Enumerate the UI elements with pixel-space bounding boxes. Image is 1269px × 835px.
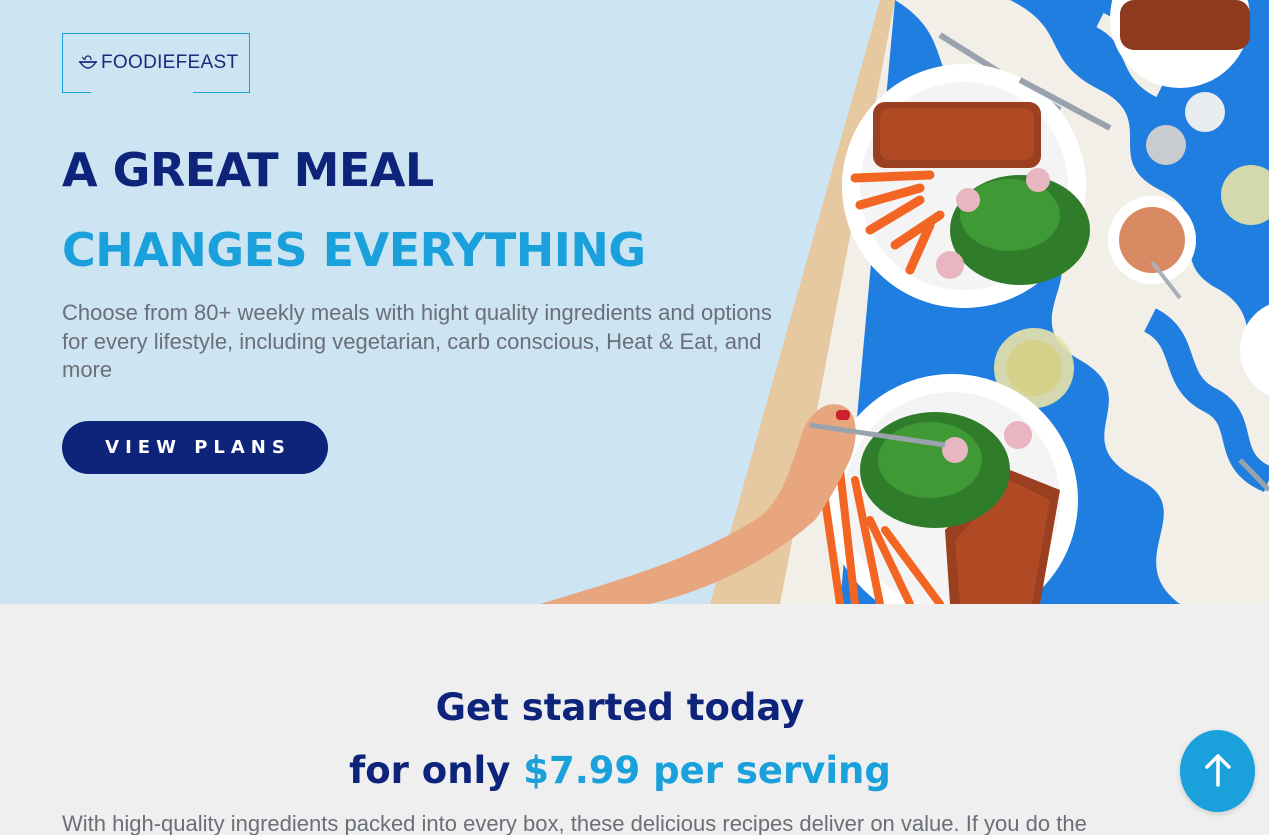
hero-headline-line1: A GREAT MEAL [62,143,434,197]
intro-heading-prefix: for only [349,749,524,792]
hero-headline-line2: CHANGES EVERYTHING [62,223,646,277]
arrow-up-icon [1203,752,1233,791]
logo-border-gap [91,91,193,94]
intro-heading-line2: for only $7.99 per serving [0,749,1240,792]
intro-section: Get started today for only $7.99 per ser… [0,604,1269,835]
price-highlight: $7.99 per serving [523,749,891,792]
hero-section: FOODIEFEAST A GREAT MEAL CHANGES EVERYTH… [0,0,1269,604]
brand-name: FOODIEFEAST [101,52,239,73]
intro-body-text: With high-quality ingredients packed int… [62,811,1087,835]
hero-subtext: Choose from 80+ weekly meals with hight … [62,300,772,382]
scroll-to-top-button[interactable] [1180,730,1255,812]
bowl-icon [77,52,99,74]
intro-heading-line1: Get started today [435,686,805,729]
view-plans-button[interactable]: VIEW PLANS [62,421,328,474]
brand-logo[interactable]: FOODIEFEAST [62,33,250,94]
